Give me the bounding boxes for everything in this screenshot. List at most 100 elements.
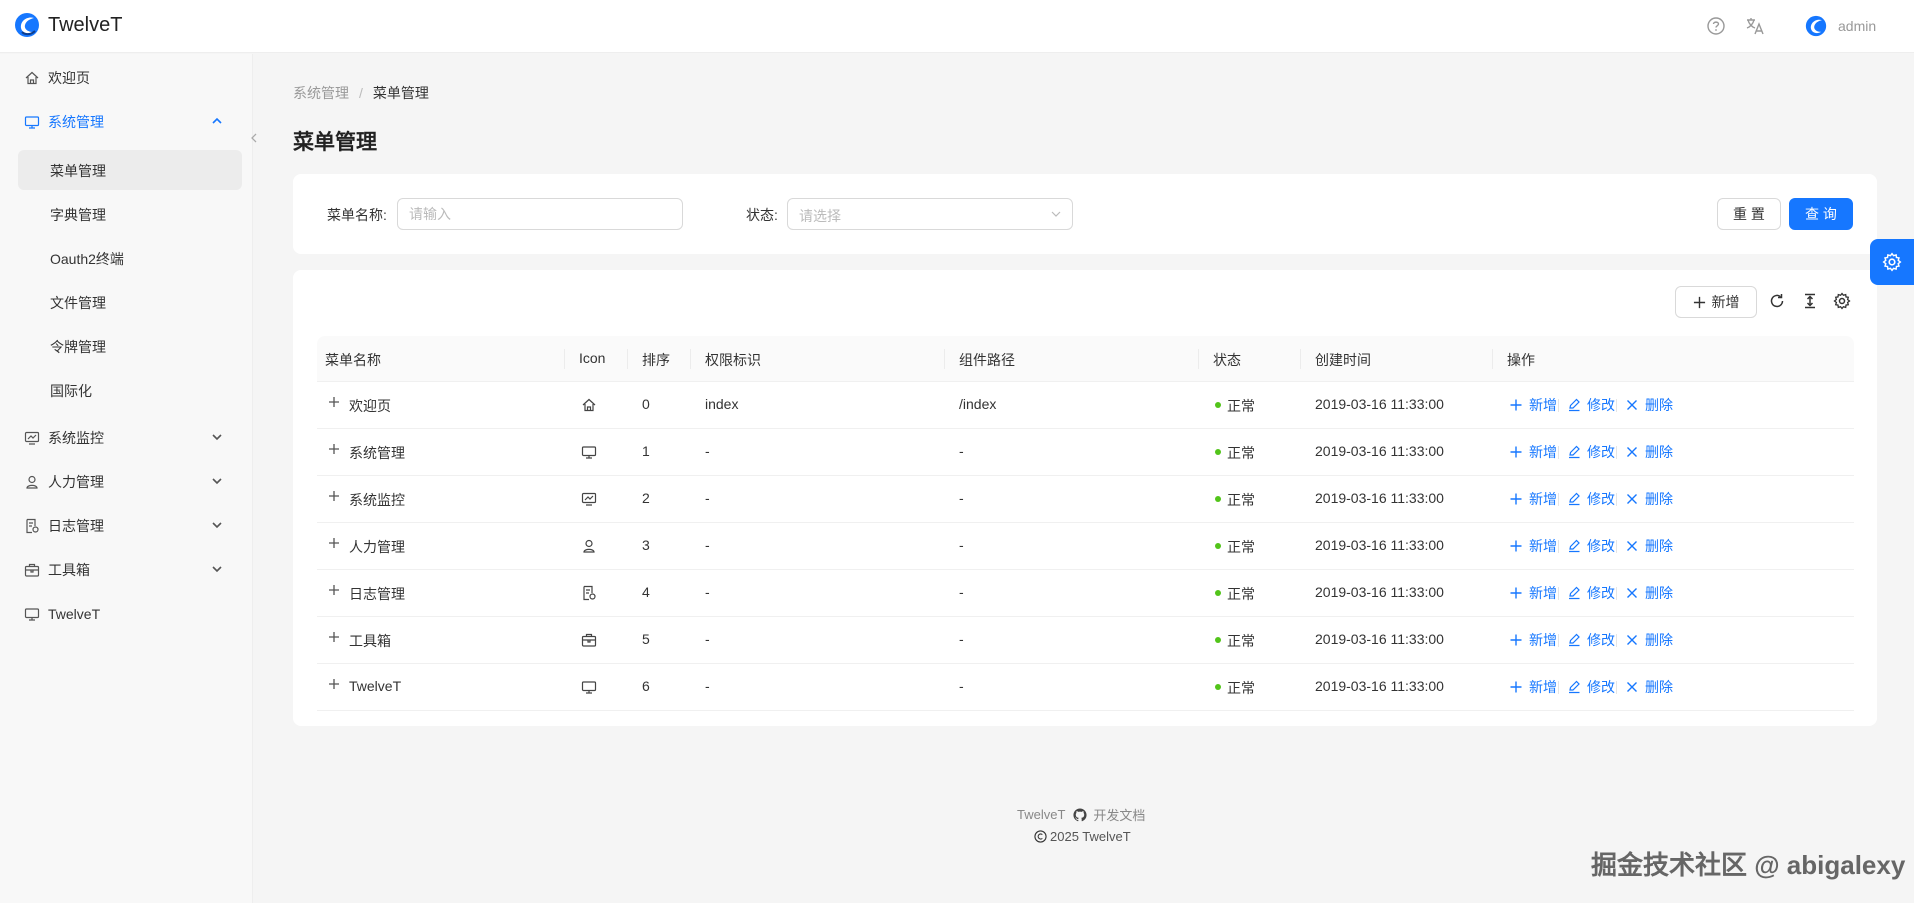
cell-status: 正常 (1227, 539, 1255, 555)
row-add-button[interactable]: 新增 (1509, 630, 1557, 650)
row-add-button[interactable]: 新增 (1509, 395, 1557, 415)
row-add-label: 新增 (1529, 538, 1557, 554)
expand-plus-icon[interactable] (327, 630, 341, 644)
sidebar-sub-menu-manage[interactable]: 菜单管理 (18, 150, 242, 190)
plus-icon (1510, 399, 1522, 411)
table-row: 系统监控 2 - - 正常 2019-03-16 11:33:00 新增 修改 删除 (317, 476, 1854, 523)
column-header: Icon (579, 350, 606, 366)
sidebar-item-welcome[interactable]: 欢迎页 (18, 58, 242, 98)
status-dot (1215, 543, 1221, 549)
username[interactable]: admin (1838, 18, 1876, 34)
row-edit-label: 修改 (1587, 397, 1615, 413)
sidebar-item-toolbox[interactable]: 工具箱 (18, 550, 242, 590)
sidebar-sub-dict-manage[interactable]: 字典管理 (18, 194, 242, 234)
footer-docs-link[interactable]: 开发文档 (1093, 805, 1145, 824)
status-dot (1215, 590, 1221, 596)
expand-plus-icon[interactable] (327, 489, 341, 503)
sidebar-sub-i18n[interactable]: 国际化 (18, 370, 242, 410)
sidebar-sub-label: 字典管理 (50, 207, 106, 223)
sidebar-item-system[interactable]: 系统管理 (18, 102, 242, 142)
translate-icon[interactable] (1745, 16, 1765, 36)
expand-plus-icon[interactable] (327, 536, 341, 550)
app-logo-icon[interactable] (14, 12, 40, 38)
cell-menu-name: 工具箱 (349, 633, 391, 649)
row-edit-button[interactable]: 修改 (1567, 489, 1615, 509)
breadcrumb-parent[interactable]: 系统管理 (293, 85, 349, 101)
row-edit-button[interactable]: 修改 (1567, 630, 1615, 650)
sidebar-item-label: 欢迎页 (48, 70, 90, 86)
toolbox-icon (24, 562, 40, 578)
close-icon (1627, 635, 1637, 645)
row-add-button[interactable]: 新增 (1509, 536, 1557, 556)
sidebar-item-hr[interactable]: 人力管理 (18, 462, 242, 502)
cell-component-path: - (959, 678, 964, 694)
row-add-button[interactable]: 新增 (1509, 442, 1557, 462)
sidebar-sub-file-manage[interactable]: 文件管理 (18, 282, 242, 322)
status-select[interactable]: 请选择 (787, 198, 1073, 230)
sidebar-item-logs[interactable]: 日志管理 (18, 506, 242, 546)
github-icon[interactable] (1073, 807, 1087, 822)
expand-plus-icon[interactable] (327, 583, 341, 597)
add-menu-button[interactable]: 新增 (1675, 286, 1757, 318)
menu-name-input-wrapper[interactable] (397, 198, 683, 230)
footer-brand-link[interactable]: TwelveT (1017, 807, 1065, 822)
cell-created-time: 2019-03-16 11:33:00 (1315, 396, 1444, 412)
help-icon[interactable] (1706, 16, 1726, 36)
reload-icon[interactable] (1768, 292, 1786, 310)
table-row: 欢迎页 0 index/index 正常 2019-03-16 11:33:00 新增 修改… (317, 382, 1854, 429)
sidebar-sub-token-manage[interactable]: 令牌管理 (18, 326, 242, 366)
breadcrumb-current: 菜单管理 (372, 85, 429, 101)
query-button[interactable]: 查 询 (1789, 198, 1853, 230)
close-icon (1627, 400, 1637, 410)
cell-menu-name: 欢迎页 (349, 398, 391, 414)
sidebar-item-monitor[interactable]: 系统监控 (18, 418, 242, 458)
toolbox-icon (581, 633, 597, 647)
row-edit-button[interactable]: 修改 (1567, 536, 1615, 556)
cell-component-path: /index (959, 396, 997, 412)
settings-icon[interactable] (1833, 292, 1851, 310)
column-height-icon[interactable] (1801, 292, 1819, 310)
chevron-down-icon (212, 434, 222, 441)
monitor-icon (581, 681, 597, 694)
avatar[interactable] (1805, 15, 1827, 37)
row-delete-button[interactable]: 删除 (1625, 536, 1673, 556)
row-add-label: 新增 (1529, 397, 1557, 413)
column-header: 创建时间 (1315, 352, 1371, 368)
reset-button[interactable]: 重 置 (1717, 198, 1781, 230)
sidebar-item-twelvet[interactable]: TwelveT (18, 594, 242, 634)
sidebar-item-label: 日志管理 (48, 518, 104, 534)
row-add-label: 新增 (1529, 491, 1557, 507)
sidebar-sub-oauth2[interactable]: Oauth2终端 (18, 238, 242, 278)
column-header: 菜单名称 (325, 352, 381, 368)
row-delete-button[interactable]: 删除 (1625, 395, 1673, 415)
collapse-sidebar-icon[interactable] (248, 128, 260, 148)
chevron-down-icon (1051, 211, 1061, 217)
row-edit-button[interactable]: 修改 (1567, 395, 1615, 415)
row-edit-button[interactable]: 修改 (1567, 583, 1615, 603)
expand-plus-icon[interactable] (327, 677, 341, 691)
row-delete-button[interactable]: 删除 (1625, 677, 1673, 697)
row-add-button[interactable]: 新增 (1509, 489, 1557, 509)
row-add-button[interactable]: 新增 (1509, 583, 1557, 603)
table-row: 日志管理 4 - - 正常 2019-03-16 11:33:00 新增 修改 删除 (317, 570, 1854, 617)
cell-component-path: - (959, 490, 964, 506)
row-edit-button[interactable]: 修改 (1567, 677, 1615, 697)
table-row: 工具箱 5 - - 正常 2019-03-16 11:33:00 新增 修改 删除 (317, 617, 1854, 664)
row-delete-button[interactable]: 删除 (1625, 630, 1673, 650)
edit-icon (1569, 398, 1580, 412)
row-edit-label: 修改 (1587, 491, 1615, 507)
row-delete-button[interactable]: 删除 (1625, 442, 1673, 462)
menu-name-input[interactable] (409, 206, 659, 222)
row-add-button[interactable]: 新增 (1509, 677, 1557, 697)
cell-status: 正常 (1227, 633, 1255, 649)
expand-plus-icon[interactable] (327, 395, 341, 409)
row-edit-button[interactable]: 修改 (1567, 442, 1615, 462)
floating-settings-button[interactable] (1870, 239, 1914, 285)
monitor-icon (24, 114, 40, 130)
table-row: 人力管理 3 - - 正常 2019-03-16 11:33:00 新增 修改 删除 (317, 523, 1854, 570)
cell-component-path: - (959, 443, 964, 459)
row-delete-button[interactable]: 删除 (1625, 489, 1673, 509)
expand-plus-icon[interactable] (327, 442, 341, 456)
cell-order: 0 (642, 396, 650, 412)
row-delete-button[interactable]: 删除 (1625, 583, 1673, 603)
